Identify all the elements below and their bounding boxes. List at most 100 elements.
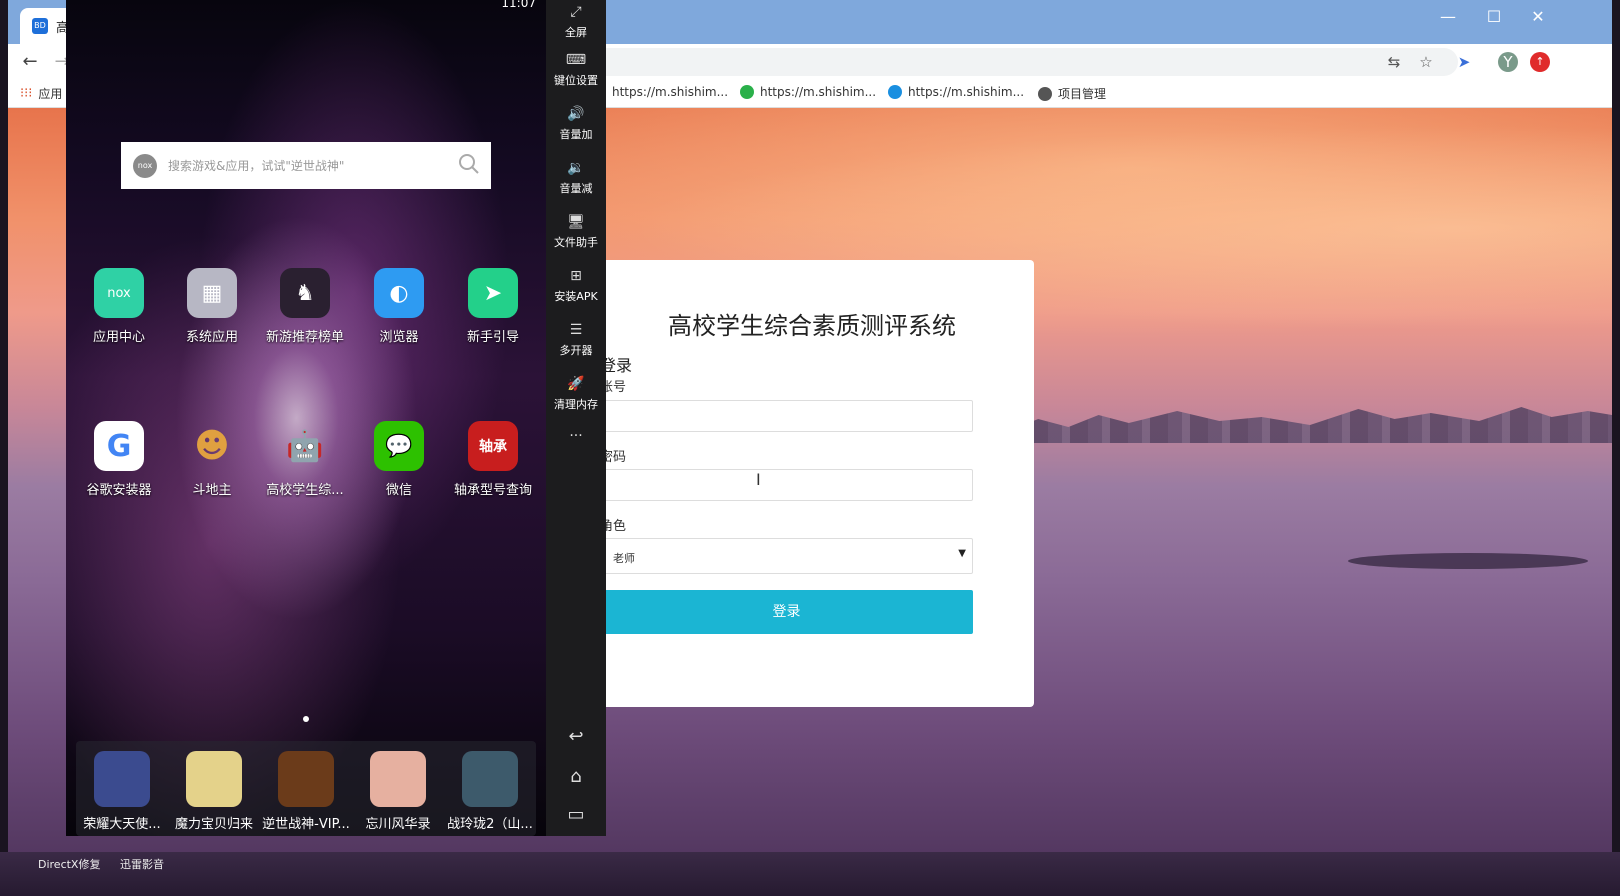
search-icon[interactable]: [457, 152, 481, 176]
dock-label: 荣耀大天使...: [83, 817, 161, 832]
fullscreen-button[interactable]: ⤢ 全屏: [546, 2, 606, 40]
globe-icon: [1038, 86, 1052, 101]
sidebar-label: 键位设置: [554, 74, 598, 87]
bookmark-item[interactable]: https://m.shishim...: [612, 85, 728, 99]
emulator-sidebar: ⤢ 全屏 ⌨ 键位设置 🔊 音量加 🔉 音量减 🖥 文件助手 ⊞ 安装APK ☰…: [546, 0, 606, 836]
bookmark-item[interactable]: https://m.shishim...: [740, 85, 876, 99]
app-wechat[interactable]: 💬 微信: [352, 421, 446, 498]
app-doudizhu[interactable]: ☻ 斗地主: [165, 421, 259, 498]
nox-logo-icon: nox: [133, 154, 157, 178]
password-input[interactable]: [600, 469, 973, 501]
app-center-icon: nox: [94, 268, 144, 318]
game-character-icon: ♞: [280, 268, 330, 318]
status-time: 11:07: [501, 0, 536, 10]
volume-up-icon: 🔊: [567, 106, 585, 122]
app-label: 新手引导: [466, 330, 519, 345]
bookmark-item[interactable]: 项目管理: [1038, 85, 1106, 102]
app-student-eval[interactable]: 🤖 高校学生综...: [258, 421, 352, 499]
role-select[interactable]: 老师 ▼: [600, 538, 973, 574]
dock-label: 逆世战神-VIP...: [262, 817, 350, 832]
system-title: 高校学生综合素质测评系统: [668, 312, 956, 340]
app-label: 微信: [385, 483, 412, 498]
wechat-icon: 💬: [374, 421, 424, 471]
maximize-button[interactable]: ☐: [1474, 4, 1514, 30]
minimize-button[interactable]: —: [1428, 4, 1468, 30]
clean-memory-button[interactable]: 🚀 清理内存: [546, 374, 606, 412]
browser-icon: ◐: [374, 268, 424, 318]
keyboard-icon: ⌨: [565, 52, 587, 68]
app-system-apps[interactable]: ▦ 系统应用: [165, 268, 259, 345]
back-button[interactable]: ←: [16, 50, 44, 74]
dock-app[interactable]: 逆世战神-VIP...: [260, 751, 352, 832]
monitor-icon: 🖥: [567, 214, 585, 230]
install-apk-button[interactable]: ⊞ 安装APK: [546, 266, 606, 304]
taskbar-item[interactable]: 迅雷影音: [120, 856, 164, 872]
taskbar-item[interactable]: DirectX修复: [38, 856, 100, 872]
app-google-installer[interactable]: G 谷歌安装器: [72, 421, 166, 498]
android-robot-icon: 🤖: [286, 428, 324, 464]
multi-instance-button[interactable]: ☰ 多开器: [546, 320, 606, 358]
update-icon[interactable]: ↑: [1530, 52, 1550, 72]
app-label: 高校学生综...: [266, 483, 344, 498]
game-icon: [94, 751, 150, 807]
sidebar-label: 全屏: [565, 26, 587, 39]
navigation-arrow-icon: ➤: [468, 268, 518, 318]
volume-down-button[interactable]: 🔉 音量减: [546, 158, 606, 196]
app-bearing-query[interactable]: 轴承 轴承型号查询: [446, 421, 540, 498]
close-button[interactable]: ✕: [1518, 4, 1558, 30]
file-assistant-button[interactable]: 🖥 文件助手: [546, 212, 606, 250]
game-icon: [370, 751, 426, 807]
extension-icon[interactable]: ➤: [1454, 52, 1474, 72]
sidebar-label: 音量加: [559, 128, 593, 141]
keymap-button[interactable]: ⌨ 键位设置: [546, 50, 606, 88]
sidebar-label: 清理内存: [554, 398, 598, 411]
dock-app[interactable]: 荣耀大天使...: [76, 751, 168, 832]
android-home-button[interactable]: ⌂: [546, 766, 606, 787]
login-card: 高校学生综合素质测评系统 登录 账号 密码 角色 老师 ▼ 登录 I: [590, 260, 1034, 707]
bookmark-label: https://m.shishim...: [908, 85, 1025, 99]
app-label: 轴承型号查询: [453, 483, 532, 498]
dock-app[interactable]: 战玲珑2（山...: [444, 751, 536, 832]
desktop-taskbar: DirectX修复 迅雷影音: [0, 852, 1620, 896]
app-browser[interactable]: ◐ 浏览器: [352, 268, 446, 345]
app-search-bar[interactable]: nox 搜索游戏&应用，试试"逆世战神": [121, 142, 491, 189]
tab-favicon-icon: BD: [32, 18, 48, 34]
role-selected-value: 老师: [613, 552, 635, 565]
app-label: 应用中心: [92, 330, 145, 345]
android-back-button[interactable]: ↩: [546, 726, 606, 747]
folder-icon: ▦: [187, 268, 237, 318]
bookmark-item[interactable]: https://m.shishim...: [888, 85, 1024, 99]
caret-down-icon: ▼: [958, 548, 966, 559]
page-indicator: [303, 716, 309, 722]
game-icon: [462, 751, 518, 807]
app-new-games[interactable]: ♞ 新游推荐榜单: [258, 268, 352, 345]
doudizhu-character-icon: ☻: [194, 426, 230, 466]
google-icon: G: [94, 421, 144, 471]
apps-grid-icon: ⁝⁝⁝: [20, 86, 33, 101]
app-label: 谷歌安装器: [86, 483, 152, 498]
app-guide[interactable]: ➤ 新手引导: [446, 268, 540, 345]
app-app-center[interactable]: nox 应用中心: [72, 268, 166, 345]
bookmark-label: https://m.shishim...: [612, 85, 729, 99]
translate-icon[interactable]: ⇆: [1384, 52, 1404, 72]
sidebar-label: 安装APK: [554, 290, 598, 303]
bookmark-apps-label: 应用: [38, 87, 63, 101]
apk-icon: ⊞: [570, 268, 582, 284]
login-button[interactable]: 登录: [600, 590, 973, 634]
star-icon[interactable]: ☆: [1416, 52, 1436, 72]
account-input[interactable]: [600, 400, 973, 432]
game-icon: [186, 751, 242, 807]
text-cursor-icon: I: [756, 470, 761, 489]
bookmark-label: https://m.shishim...: [760, 85, 877, 99]
sidebar-label: 多开器: [559, 344, 593, 357]
profile-avatar[interactable]: Y: [1498, 52, 1518, 72]
android-recent-button[interactable]: ▭: [546, 804, 606, 825]
dock-label: 忘川风华录: [365, 817, 431, 832]
volume-up-button[interactable]: 🔊 音量加: [546, 104, 606, 142]
dock-app[interactable]: 魔力宝贝归来: [168, 751, 260, 832]
island-silhouette: [1348, 553, 1588, 569]
rocket-icon: 🚀: [567, 376, 585, 392]
more-button[interactable]: ···: [546, 426, 606, 446]
dock-app[interactable]: 忘川风华录: [352, 751, 444, 832]
bookmark-apps[interactable]: ⁝⁝⁝ 应用: [20, 85, 62, 102]
